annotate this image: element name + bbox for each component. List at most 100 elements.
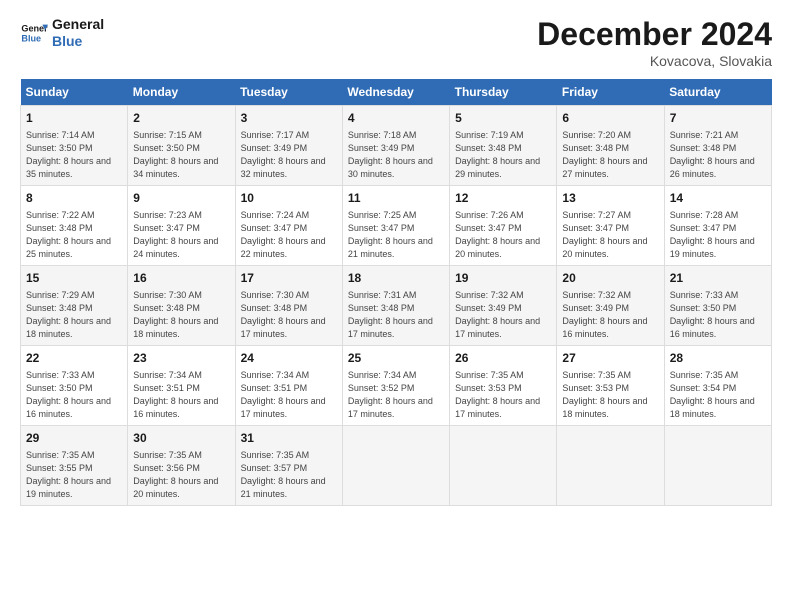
location-subtitle: Kovacova, Slovakia (537, 53, 772, 69)
day-number: 7 (670, 110, 766, 127)
calendar-cell: 20 Sunrise: 7:32 AM Sunset: 3:49 PM Dayl… (557, 265, 664, 345)
day-number: 19 (455, 270, 551, 287)
day-number: 4 (348, 110, 444, 127)
calendar-cell (342, 425, 449, 505)
calendar-cell: 3 Sunrise: 7:17 AM Sunset: 3:49 PM Dayli… (235, 106, 342, 186)
calendar-cell: 9 Sunrise: 7:23 AM Sunset: 3:47 PM Dayli… (128, 185, 235, 265)
calendar-cell: 19 Sunrise: 7:32 AM Sunset: 3:49 PM Dayl… (450, 265, 557, 345)
day-number: 5 (455, 110, 551, 127)
day-number: 2 (133, 110, 229, 127)
col-sunday: Sunday (21, 79, 128, 106)
col-wednesday: Wednesday (342, 79, 449, 106)
cell-info: Sunrise: 7:33 AM Sunset: 3:50 PM Dayligh… (26, 369, 122, 421)
day-number: 26 (455, 350, 551, 367)
cell-info: Sunrise: 7:32 AM Sunset: 3:49 PM Dayligh… (562, 289, 658, 341)
cell-info: Sunrise: 7:26 AM Sunset: 3:47 PM Dayligh… (455, 209, 551, 261)
day-number: 17 (241, 270, 337, 287)
cell-info: Sunrise: 7:30 AM Sunset: 3:48 PM Dayligh… (133, 289, 229, 341)
calendar-cell: 25 Sunrise: 7:34 AM Sunset: 3:52 PM Dayl… (342, 345, 449, 425)
table-row: 1 Sunrise: 7:14 AM Sunset: 3:50 PM Dayli… (21, 106, 772, 186)
logo: General Blue General Blue (20, 16, 104, 50)
calendar-cell: 10 Sunrise: 7:24 AM Sunset: 3:47 PM Dayl… (235, 185, 342, 265)
cell-info: Sunrise: 7:17 AM Sunset: 3:49 PM Dayligh… (241, 129, 337, 181)
col-saturday: Saturday (664, 79, 771, 106)
day-number: 13 (562, 190, 658, 207)
day-number: 28 (670, 350, 766, 367)
day-number: 15 (26, 270, 122, 287)
cell-info: Sunrise: 7:25 AM Sunset: 3:47 PM Dayligh… (348, 209, 444, 261)
calendar-cell: 2 Sunrise: 7:15 AM Sunset: 3:50 PM Dayli… (128, 106, 235, 186)
calendar-cell (450, 425, 557, 505)
cell-info: Sunrise: 7:35 AM Sunset: 3:53 PM Dayligh… (455, 369, 551, 421)
page-container: General Blue General Blue December 2024 … (0, 0, 792, 516)
calendar-cell: 13 Sunrise: 7:27 AM Sunset: 3:47 PM Dayl… (557, 185, 664, 265)
cell-info: Sunrise: 7:14 AM Sunset: 3:50 PM Dayligh… (26, 129, 122, 181)
cell-info: Sunrise: 7:19 AM Sunset: 3:48 PM Dayligh… (455, 129, 551, 181)
day-number: 21 (670, 270, 766, 287)
calendar-cell: 5 Sunrise: 7:19 AM Sunset: 3:48 PM Dayli… (450, 106, 557, 186)
day-number: 12 (455, 190, 551, 207)
calendar-cell: 21 Sunrise: 7:33 AM Sunset: 3:50 PM Dayl… (664, 265, 771, 345)
cell-info: Sunrise: 7:23 AM Sunset: 3:47 PM Dayligh… (133, 209, 229, 261)
day-number: 14 (670, 190, 766, 207)
calendar-cell: 15 Sunrise: 7:29 AM Sunset: 3:48 PM Dayl… (21, 265, 128, 345)
calendar-table: Sunday Monday Tuesday Wednesday Thursday… (20, 79, 772, 506)
day-number: 22 (26, 350, 122, 367)
calendar-cell (664, 425, 771, 505)
calendar-cell: 18 Sunrise: 7:31 AM Sunset: 3:48 PM Dayl… (342, 265, 449, 345)
day-number: 10 (241, 190, 337, 207)
logo-general: General (52, 16, 104, 33)
calendar-cell: 16 Sunrise: 7:30 AM Sunset: 3:48 PM Dayl… (128, 265, 235, 345)
day-number: 20 (562, 270, 658, 287)
calendar-cell: 14 Sunrise: 7:28 AM Sunset: 3:47 PM Dayl… (664, 185, 771, 265)
day-number: 18 (348, 270, 444, 287)
day-number: 9 (133, 190, 229, 207)
cell-info: Sunrise: 7:31 AM Sunset: 3:48 PM Dayligh… (348, 289, 444, 341)
month-title: December 2024 (537, 16, 772, 53)
cell-info: Sunrise: 7:32 AM Sunset: 3:49 PM Dayligh… (455, 289, 551, 341)
cell-info: Sunrise: 7:21 AM Sunset: 3:48 PM Dayligh… (670, 129, 766, 181)
table-row: 29 Sunrise: 7:35 AM Sunset: 3:55 PM Dayl… (21, 425, 772, 505)
calendar-cell: 1 Sunrise: 7:14 AM Sunset: 3:50 PM Dayli… (21, 106, 128, 186)
calendar-cell: 12 Sunrise: 7:26 AM Sunset: 3:47 PM Dayl… (450, 185, 557, 265)
calendar-cell: 4 Sunrise: 7:18 AM Sunset: 3:49 PM Dayli… (342, 106, 449, 186)
cell-info: Sunrise: 7:24 AM Sunset: 3:47 PM Dayligh… (241, 209, 337, 261)
day-number: 16 (133, 270, 229, 287)
logo-icon: General Blue (20, 19, 48, 47)
day-number: 24 (241, 350, 337, 367)
calendar-cell: 28 Sunrise: 7:35 AM Sunset: 3:54 PM Dayl… (664, 345, 771, 425)
logo-blue: Blue (52, 33, 104, 50)
day-number: 11 (348, 190, 444, 207)
cell-info: Sunrise: 7:29 AM Sunset: 3:48 PM Dayligh… (26, 289, 122, 341)
day-number: 27 (562, 350, 658, 367)
col-friday: Friday (557, 79, 664, 106)
cell-info: Sunrise: 7:28 AM Sunset: 3:47 PM Dayligh… (670, 209, 766, 261)
day-number: 3 (241, 110, 337, 127)
cell-info: Sunrise: 7:34 AM Sunset: 3:51 PM Dayligh… (241, 369, 337, 421)
table-row: 15 Sunrise: 7:29 AM Sunset: 3:48 PM Dayl… (21, 265, 772, 345)
calendar-cell: 31 Sunrise: 7:35 AM Sunset: 3:57 PM Dayl… (235, 425, 342, 505)
calendar-cell: 17 Sunrise: 7:30 AM Sunset: 3:48 PM Dayl… (235, 265, 342, 345)
cell-info: Sunrise: 7:35 AM Sunset: 3:54 PM Dayligh… (670, 369, 766, 421)
calendar-cell: 11 Sunrise: 7:25 AM Sunset: 3:47 PM Dayl… (342, 185, 449, 265)
cell-info: Sunrise: 7:34 AM Sunset: 3:51 PM Dayligh… (133, 369, 229, 421)
table-row: 8 Sunrise: 7:22 AM Sunset: 3:48 PM Dayli… (21, 185, 772, 265)
cell-info: Sunrise: 7:20 AM Sunset: 3:48 PM Dayligh… (562, 129, 658, 181)
day-number: 30 (133, 430, 229, 447)
calendar-cell: 27 Sunrise: 7:35 AM Sunset: 3:53 PM Dayl… (557, 345, 664, 425)
cell-info: Sunrise: 7:35 AM Sunset: 3:56 PM Dayligh… (133, 449, 229, 501)
calendar-cell: 26 Sunrise: 7:35 AM Sunset: 3:53 PM Dayl… (450, 345, 557, 425)
cell-info: Sunrise: 7:33 AM Sunset: 3:50 PM Dayligh… (670, 289, 766, 341)
day-number: 23 (133, 350, 229, 367)
col-thursday: Thursday (450, 79, 557, 106)
calendar-cell: 23 Sunrise: 7:34 AM Sunset: 3:51 PM Dayl… (128, 345, 235, 425)
day-number: 6 (562, 110, 658, 127)
cell-info: Sunrise: 7:35 AM Sunset: 3:55 PM Dayligh… (26, 449, 122, 501)
title-block: December 2024 Kovacova, Slovakia (537, 16, 772, 69)
calendar-cell: 29 Sunrise: 7:35 AM Sunset: 3:55 PM Dayl… (21, 425, 128, 505)
calendar-cell: 8 Sunrise: 7:22 AM Sunset: 3:48 PM Dayli… (21, 185, 128, 265)
day-number: 31 (241, 430, 337, 447)
cell-info: Sunrise: 7:34 AM Sunset: 3:52 PM Dayligh… (348, 369, 444, 421)
cell-info: Sunrise: 7:27 AM Sunset: 3:47 PM Dayligh… (562, 209, 658, 261)
calendar-cell: 24 Sunrise: 7:34 AM Sunset: 3:51 PM Dayl… (235, 345, 342, 425)
